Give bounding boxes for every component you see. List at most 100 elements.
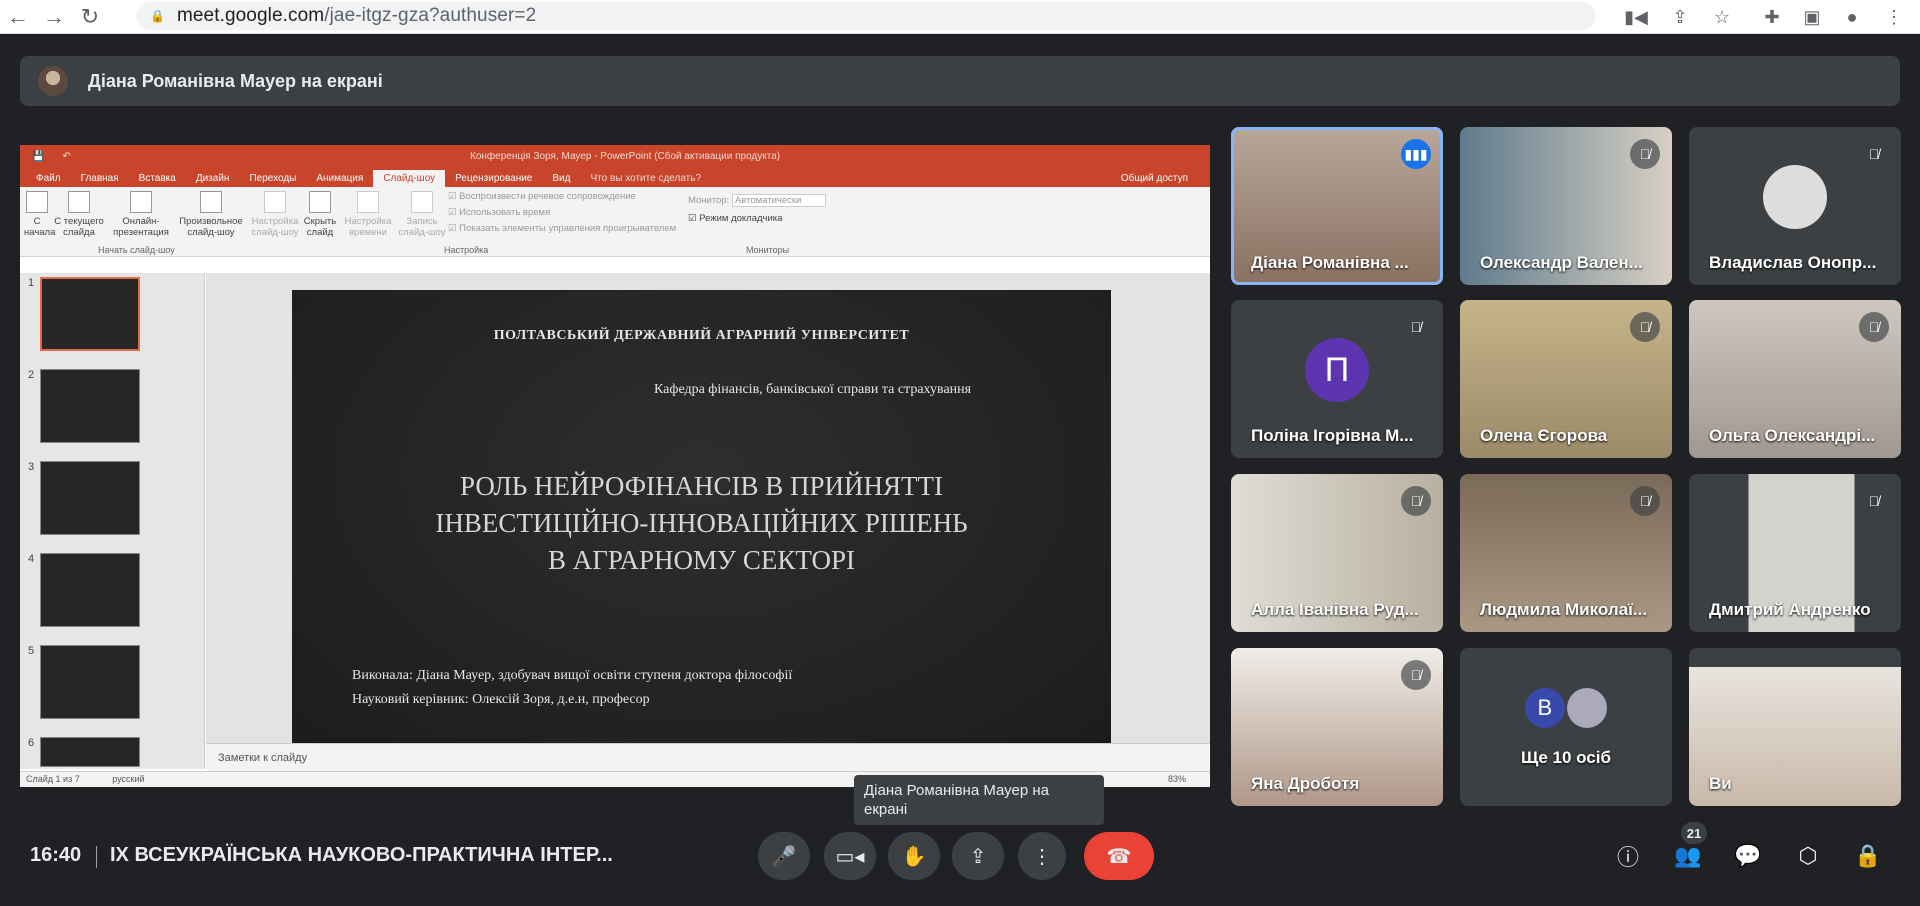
from-current-button: С текущего слайда [54, 191, 104, 238]
lock-person-icon: 🔒 [1854, 843, 1882, 868]
current-slide: ПОЛТАВСЬКИЙ ДЕРЖАВНИЙ АГРАРНИЙ УНІВЕРСИТ… [292, 290, 1111, 750]
hand-icon: ✋ [901, 845, 927, 868]
tab-slideshow: Слайд-шоу [373, 170, 446, 187]
puzzle-icon[interactable]: ✚ [1756, 0, 1788, 34]
present-icon: ⇪ [969, 845, 987, 868]
info-icon: ⓘ [1616, 845, 1639, 870]
setup-show-button: Настройка слайд-шоу [250, 191, 300, 238]
tab-view: Вид [552, 173, 571, 184]
tab-tellme: Что вы хотите сделать? [590, 173, 702, 184]
reload-icon[interactable]: ↻ [72, 0, 108, 34]
participant-tile[interactable]: 🎙̸ Яна Дроботя [1231, 648, 1443, 806]
avatar [38, 66, 68, 96]
camera-button[interactable]: ▭◂ [824, 832, 876, 880]
checkbox-presenter: ☑ Режим докладчика [688, 213, 783, 224]
tab-file: Файл [36, 173, 61, 184]
participant-tile[interactable]: 🎙̸ Олександр Вален... [1460, 127, 1672, 285]
ppt-ribbon: С начала С текущего слайда Онлайн- презе… [20, 187, 1210, 257]
status-zoom: 83% [1167, 774, 1186, 784]
lock-icon[interactable]: 🔒 [150, 9, 165, 23]
status-lang: русский [112, 774, 145, 784]
divider [96, 846, 97, 868]
checkbox-media-controls: ☑ Показать элементы управления проигрыва… [448, 223, 677, 234]
share-icon[interactable]: ⇪ [1664, 0, 1696, 34]
notes-pane: Заметки к слайду [206, 743, 1210, 771]
group-start-label: Начать слайд-шоу [98, 245, 175, 255]
checkbox-timings: ☑ Использовать время [448, 207, 551, 218]
thumb-number: 3 [28, 461, 35, 473]
participant-tile[interactable]: 🎙̸ Владислав Онопр... [1689, 127, 1901, 285]
slide-thumbnail [40, 277, 140, 351]
speaking-icon: ▮▮▮ [1401, 139, 1431, 169]
ppt-share: Общий доступ [1120, 173, 1188, 184]
self-tile[interactable]: Ви [1689, 648, 1901, 806]
mic-off-icon: 🎙̸ [1401, 660, 1431, 690]
slide-stage: ПОЛТАВСЬКИЙ ДЕРЖАВНИЙ АГРАРНИЙ УНІВЕРСИТ… [206, 273, 1210, 750]
activities-icon: ⬡ [1798, 843, 1818, 868]
tab-animation: Анимация [316, 173, 364, 184]
mic-off-icon: 🎙̸ [1630, 312, 1660, 342]
kebab-icon[interactable]: ⋮ [1878, 0, 1910, 34]
meeting-controls: 16:40 IX ВСЕУКРАЇНСЬКА НАУКОВО-ПРАКТИЧНА… [0, 820, 1920, 896]
slide-thumbnails: 1 2 3 4 5 6 [20, 273, 205, 769]
hide-slide-button: Скрыть слайд [300, 191, 340, 238]
mic-off-icon: 🎙̸ [1630, 139, 1660, 169]
tab-transitions: Переходы [249, 173, 297, 184]
browser-toolbar: ← → ↻ 🔒 meet.google.com/jae-itgz-gza?aut… [0, 0, 1920, 34]
participant-tile[interactable]: 🎙̸ Людмила Миколаї... [1460, 474, 1672, 632]
avatar [1763, 165, 1827, 229]
thumb-number: 1 [28, 277, 35, 289]
mic-off-icon: 🎙̸ [1859, 139, 1889, 169]
participant-tile[interactable]: 🎙̸ Олена Єгорова [1460, 300, 1672, 458]
forward-icon[interactable]: → [36, 0, 72, 34]
raise-hand-button[interactable]: ✋ [888, 832, 940, 880]
back-icon[interactable]: ← [0, 0, 36, 34]
chat-icon: 💬 [1734, 843, 1762, 868]
monitor-select: Монитор: Автоматически [688, 194, 827, 207]
custom-show-button: Произвольное слайд-шоу [176, 191, 246, 238]
sidebar-icon[interactable]: ▣ [1796, 0, 1828, 34]
participant-tile[interactable]: 🎙̸ Ольга Олександрі... [1689, 300, 1901, 458]
participant-tile[interactable]: 🎙̸ П Поліна Ігорівна М... [1231, 300, 1443, 458]
others-tile[interactable]: В Ще 10 осіб [1460, 648, 1672, 806]
ppt-titlebar: 💾 ↶ Конференція Зоря, Мауер - PowerPoint… [20, 145, 1210, 167]
info-button[interactable]: ⓘ [1610, 838, 1646, 874]
participant-tile[interactable]: ▮▮▮ Діана Романівна ... [1231, 127, 1443, 285]
mic-off-icon: 🎙̸ [1401, 486, 1431, 516]
ppt-window-title: Конференція Зоря, Мауер - PowerPoint (Сб… [470, 151, 781, 162]
kebab-icon: ⋮ [1032, 845, 1052, 868]
activities-button[interactable]: ⬡ [1790, 838, 1826, 874]
slide-thumbnail [40, 461, 140, 535]
meeting-clock: 16:40 [30, 844, 82, 866]
thumb-number: 5 [28, 645, 35, 657]
undo-icon: ↶ [62, 150, 71, 162]
banner-text: Діана Романівна Мауер на екрані [88, 70, 383, 91]
address-bar[interactable]: 🔒 meet.google.com/jae-itgz-gza?authuser=… [136, 2, 1596, 30]
thumb-number: 2 [28, 369, 35, 381]
thumb-number: 6 [28, 737, 35, 749]
participant-tile[interactable]: 🎙̸ Алла Іванівна Руд... [1231, 474, 1443, 632]
people-count-badge: 21 [1681, 822, 1707, 844]
slide-department: Кафедра фінансів, банківської справи та … [654, 382, 972, 397]
thumb-number: 4 [28, 553, 35, 565]
camera-icon[interactable]: ▮◀ [1620, 0, 1652, 34]
avatar: В [1524, 688, 1565, 728]
mic-button[interactable]: 🎤 [758, 832, 810, 880]
more-options-button[interactable]: ⋮ [1018, 832, 1066, 880]
ppt-ribbon-tabs: Файл Главная Вставка Дизайн Переходы Ани… [20, 167, 1210, 187]
chat-button[interactable]: 💬 [1730, 838, 1766, 874]
people-icon: 👥 [1674, 843, 1702, 868]
star-icon[interactable]: ☆ [1706, 0, 1738, 34]
slide-thumbnail [40, 369, 140, 443]
profile-icon[interactable]: ● [1836, 0, 1868, 34]
host-controls-button[interactable]: 🔒 [1850, 838, 1886, 874]
camera-icon: ▭◂ [835, 845, 865, 868]
leave-call-button[interactable]: ☎ [1084, 832, 1154, 880]
present-button[interactable]: ⇪ [952, 832, 1004, 880]
slide-thumbnail [40, 553, 140, 627]
tooltip: Діана Романівна Мауер на екрані [854, 775, 1104, 825]
rehearse-button: Настройка времени [342, 191, 394, 238]
participant-tile[interactable]: 🎙̸ Дмитрий Андренко [1689, 474, 1901, 632]
slide-title: РОЛЬ НЕЙРОФІНАНСІВ В ПРИЙНЯТТІ ІНВЕСТИЦІ… [435, 471, 968, 575]
slide-university: ПОЛТАВСЬКИЙ ДЕРЖАВНИЙ АГРАРНИЙ УНІВЕРСИТ… [493, 328, 910, 343]
